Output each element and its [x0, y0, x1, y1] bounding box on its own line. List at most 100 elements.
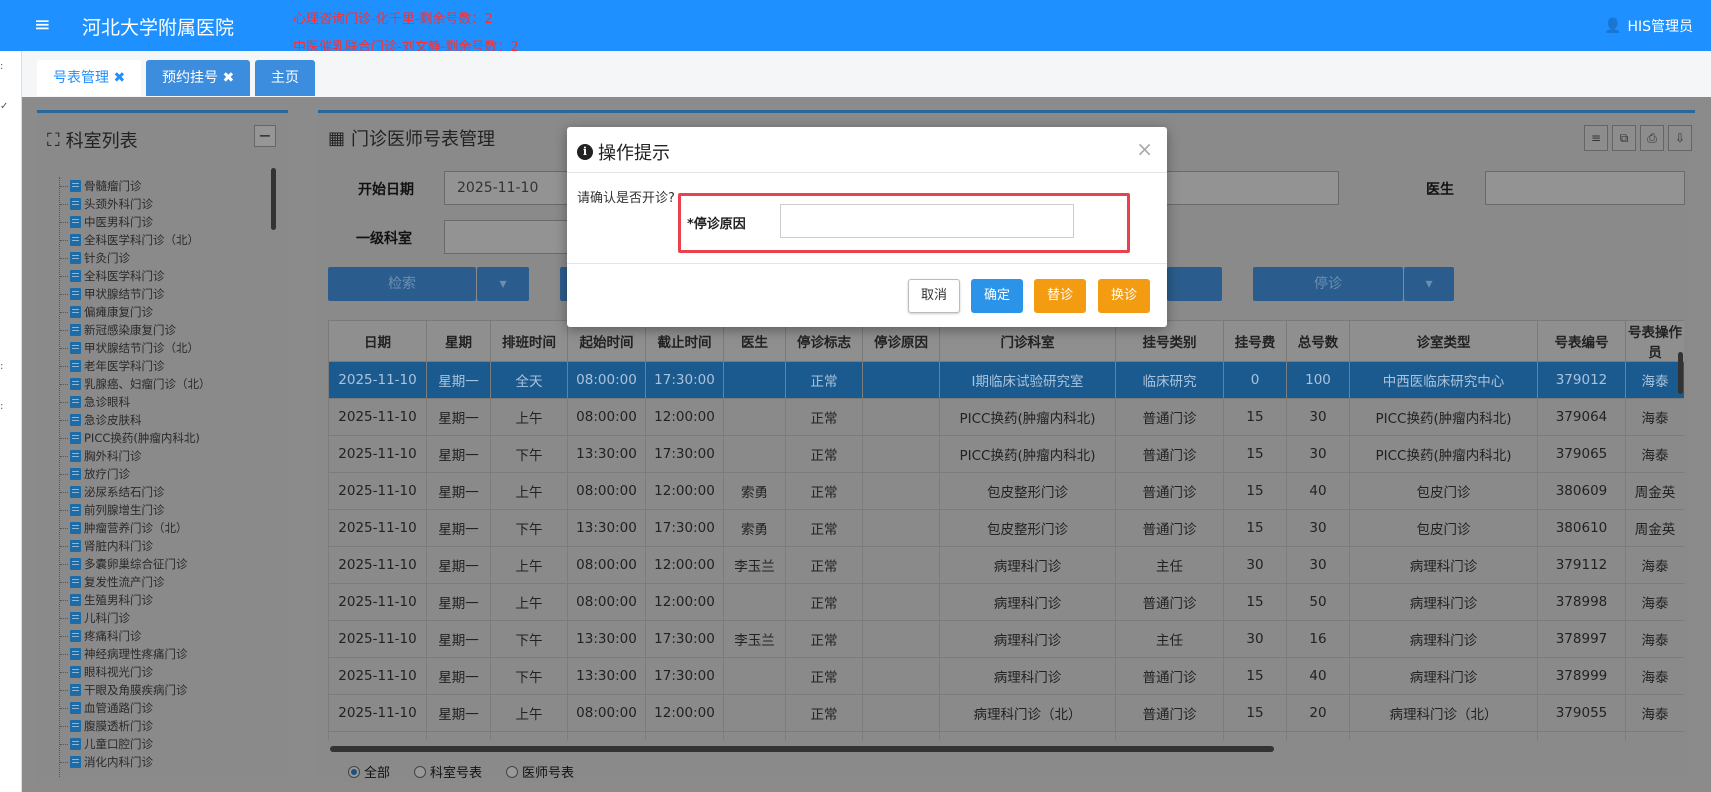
table-cell: 15: [1223, 731, 1287, 740]
department-item[interactable]: 腹膜透析门诊: [60, 717, 271, 735]
department-item[interactable]: PICC换药(肿瘤内科北): [60, 429, 271, 447]
department-item[interactable]: 疼痛科门诊: [60, 627, 271, 645]
column-header[interactable]: 挂号费: [1223, 320, 1287, 362]
department-item-label: 疼痛科门诊: [84, 629, 142, 643]
department-item[interactable]: 针灸门诊: [60, 249, 271, 267]
table-row[interactable]: 2025-11-10 星期一 全天 08:00:00 17:30:00 正常 Ⅰ期临床试验研…: [328, 361, 1684, 399]
department-item[interactable]: 血管通路门诊: [60, 699, 271, 717]
table-row[interactable]: 2025-11-10 星期一 上午 08:00:00 12:00:00 正常 病理科门诊（北…: [328, 694, 1684, 732]
tab-appointment[interactable]: 预约挂号 ✖: [146, 60, 251, 96]
cancel-button[interactable]: 取消: [908, 279, 961, 313]
department-item[interactable]: 新冠感染康复门诊: [60, 321, 271, 339]
column-header[interactable]: 日期: [328, 320, 427, 362]
department-item[interactable]: 放疗门诊: [60, 465, 271, 483]
department-item[interactable]: 全科医学科门诊（北）: [60, 231, 271, 249]
swap-button[interactable]: 换诊: [1098, 279, 1151, 313]
table-row[interactable]: 2025-11-10 星期一 下午 13:30:00 17:30:00 索勇 正常 包皮整形门…: [328, 509, 1684, 547]
column-header[interactable]: 号表编号: [1537, 320, 1626, 362]
search-dropdown-button[interactable]: ▾: [477, 267, 529, 301]
table-vertical-scrollbar[interactable]: [1678, 352, 1683, 394]
user-name: HIS管理员: [1627, 19, 1693, 35]
department-item[interactable]: 甲状腺结节门诊: [60, 285, 271, 303]
department-item[interactable]: 头颈外科门诊: [60, 195, 271, 213]
department-item-label: 急诊眼科: [84, 395, 130, 409]
stop-button[interactable]: 停诊: [1253, 267, 1403, 301]
department-item[interactable]: 偏瘫康复门诊: [60, 303, 271, 321]
table-cell: 13:30:00: [567, 731, 646, 740]
action-button-edge-2[interactable]: [1167, 267, 1222, 301]
filter-all[interactable]: 全部: [348, 762, 390, 781]
department-item[interactable]: 乳腺癌、妇瘤门诊（北）: [60, 375, 271, 393]
department-item[interactable]: 生殖男科门诊: [60, 591, 271, 609]
radio-icon: [506, 765, 519, 778]
filter-dept[interactable]: 科室号表: [414, 762, 482, 781]
notice-1[interactable]: 心理咨询门诊-化千里-剩余号数：2: [293, 8, 493, 27]
department-item[interactable]: 骨髓瘤门诊: [60, 177, 271, 195]
table-row[interactable]: 2025-11-10 星期一 上午 08:00:00 12:00:00 正常 病理科门诊 普通…: [328, 583, 1684, 621]
department-item[interactable]: 复发性流产门诊: [60, 573, 271, 591]
department-item[interactable]: 干眼及角膜疾病门诊: [60, 681, 271, 699]
menu-toggle-icon[interactable]: ≡: [34, 14, 51, 34]
search-button[interactable]: 检索: [328, 267, 476, 301]
department-item[interactable]: 老年医学科门诊: [60, 357, 271, 375]
stop-dropdown-button[interactable]: ▾: [1404, 267, 1454, 301]
table-cell: PICC换药(肿瘤内科北): [939, 435, 1116, 473]
department-item[interactable]: 泌尿系结石门诊: [60, 483, 271, 501]
table-row[interactable]: 2025-11-10 星期一 下午 13:30:00 17:30:00 李玉兰 正常 病理科门…: [328, 620, 1684, 658]
copy-icon[interactable]: ⧉: [1612, 125, 1636, 151]
column-header[interactable]: 星期: [426, 320, 491, 362]
department-item[interactable]: 全科医学科门诊: [60, 267, 271, 285]
export-icon[interactable]: ⇩: [1668, 125, 1692, 151]
user-menu[interactable]: 👤 HIS管理员: [1604, 16, 1693, 36]
column-header[interactable]: 号表操作员: [1625, 320, 1684, 362]
table-cell: 13:30:00: [567, 509, 646, 547]
table-row[interactable]: 2025-11-10 星期一 上午 08:00:00 12:00:00 索勇 正常 包皮整形门…: [328, 472, 1684, 510]
end-date-input[interactable]: [1164, 171, 1339, 205]
department-item[interactable]: 神经病理性疼痛门诊: [60, 645, 271, 663]
department-item[interactable]: 多囊卵巢综合征门诊: [60, 555, 271, 573]
stop-reason-input[interactable]: [780, 204, 1074, 238]
table-row[interactable]: 2025-11-10星期一下午13:30:0017:30:00 正常 病理科门诊（北…: [328, 731, 1684, 740]
column-header[interactable]: 总号数: [1286, 320, 1350, 362]
column-header[interactable]: 排班时间: [490, 320, 568, 362]
table-horizontal-scrollbar[interactable]: [330, 746, 1274, 752]
department-item[interactable]: 中医男科门诊: [60, 213, 271, 231]
dept-select[interactable]: [444, 220, 569, 254]
department-item[interactable]: 前列腺增生门诊: [60, 501, 271, 519]
department-item[interactable]: 肿瘤营养门诊（北）: [60, 519, 271, 537]
table-row[interactable]: 2025-11-10 星期一 下午 13:30:00 17:30:00 正常 病理科门诊 普通…: [328, 657, 1684, 695]
file-list-icon: [70, 234, 81, 246]
collapse-button[interactable]: −: [254, 125, 276, 147]
department-scrollbar[interactable]: [271, 168, 276, 230]
department-item[interactable]: 甲状腺结节门诊（北）: [60, 339, 271, 357]
print-icon[interactable]: ⎙: [1640, 125, 1664, 151]
doctor-input[interactable]: [1485, 171, 1685, 205]
close-icon[interactable]: ×: [1136, 137, 1153, 161]
table-row[interactable]: 2025-11-10 星期一 上午 08:00:00 12:00:00 李玉兰 正常 病理科门…: [328, 546, 1684, 584]
table-cell: 包皮整形门诊: [939, 509, 1116, 547]
confirm-button[interactable]: 确定: [971, 279, 1024, 313]
department-item[interactable]: 肾脏内科门诊: [60, 537, 271, 555]
filter-doctor[interactable]: 医师号表: [506, 762, 574, 781]
department-item[interactable]: 急诊眼科: [60, 393, 271, 411]
table-cell: 380610: [1537, 509, 1626, 547]
column-header[interactable]: 诊室类型: [1349, 320, 1538, 362]
table-cell: [862, 546, 940, 584]
tab-schedule-manage[interactable]: 号表管理 ✖: [37, 60, 142, 96]
department-item[interactable]: 消化内科门诊: [60, 753, 271, 771]
department-item[interactable]: 眼科视光门诊: [60, 663, 271, 681]
table-cell: 15: [1223, 583, 1287, 621]
tab-home[interactable]: 主页: [255, 60, 315, 96]
department-item[interactable]: 儿童口腔门诊: [60, 735, 271, 753]
department-item[interactable]: 急诊皮肤科: [60, 411, 271, 429]
top-header: ≡ 河北大学附属医院 心理咨询门诊-化千里-剩余号数：2 中医催乳联合门诊-刘文…: [0, 0, 1711, 55]
columns-icon[interactable]: ≡: [1584, 125, 1608, 151]
department-item[interactable]: 胸外科门诊: [60, 447, 271, 465]
department-item-label: 头颈外科门诊: [84, 197, 153, 211]
table-cell: 普通门诊: [1115, 694, 1224, 732]
table-cell: [723, 583, 786, 621]
department-item[interactable]: 儿科门诊: [60, 609, 271, 627]
table-row[interactable]: 2025-11-10 星期一 上午 08:00:00 12:00:00 正常 PICC换药(…: [328, 398, 1684, 436]
table-row[interactable]: 2025-11-10 星期一 下午 13:30:00 17:30:00 正常 PICC换药(…: [328, 435, 1684, 473]
substitute-button[interactable]: 替诊: [1034, 279, 1087, 313]
